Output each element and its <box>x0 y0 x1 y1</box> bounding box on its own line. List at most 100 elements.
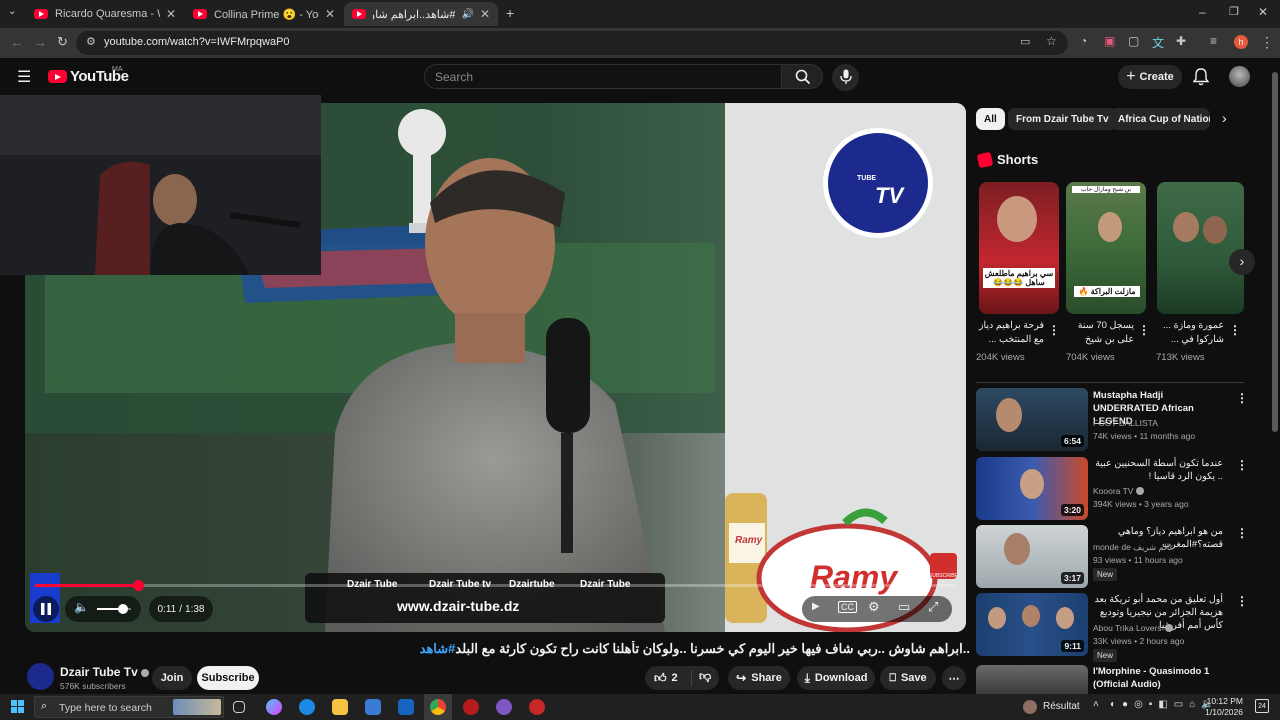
notification-center-icon[interactable]: 24 <box>1255 699 1269 713</box>
short-title[interactable]: فرحة براهيم دياز مع المنتخب ... <box>976 319 1044 347</box>
share-button[interactable]: ↪ Share <box>728 666 790 690</box>
video-thumbnail[interactable]: 3:17 <box>976 525 1088 588</box>
notifications-bell-icon[interactable] <box>1192 68 1210 91</box>
tab-search-icon[interactable]: ⌄ <box>8 6 16 17</box>
hamburger-menu-icon[interactable]: ☰ <box>17 67 31 87</box>
system-tray-icons[interactable]: ◐●◎▪◧▭⌂🔈 <box>1110 699 1220 710</box>
short-title[interactable]: عمورة ومازة ... شاركوا في ... <box>1156 319 1224 347</box>
short-thumbnail[interactable]: بن شيخ ومازال حاب مازلت البراكة 🔥 <box>1066 182 1146 314</box>
tray-overflow-icon[interactable]: ˄ <box>1093 699 1099 710</box>
more-actions-button[interactable]: ⋯ <box>942 666 966 690</box>
download-button[interactable]: ⤓ Download <box>797 666 875 690</box>
short-thumbnail[interactable] <box>1157 182 1244 314</box>
video-title[interactable]: عندما تكون أسطة السحنيين عبية .. يكون ال… <box>1093 457 1223 483</box>
file-explorer-icon[interactable] <box>332 699 348 715</box>
channel-name[interactable]: Abou Trika Lovers <box>1093 623 1173 633</box>
channel-name[interactable]: Dzair Tube Tv <box>60 665 149 679</box>
page-scrollbar[interactable] <box>1270 58 1280 694</box>
discord-icon[interactable] <box>496 699 512 715</box>
save-button[interactable]: ⎕ Save <box>880 666 936 690</box>
incognito-icon[interactable]: ◔ <box>1080 34 1087 48</box>
chips-next-icon[interactable]: › <box>1222 110 1227 126</box>
progress-track[interactable] <box>35 580 956 591</box>
tab-close-icon[interactable]: ✕ <box>166 7 176 21</box>
channel-name[interactable]: FOOT BALLISTA <box>1093 418 1158 428</box>
video-thumbnail[interactable]: 6:54 <box>976 388 1088 451</box>
tab-collina-prime[interactable]: Collina Prime 😮 - YouTube ✕ <box>185 2 343 26</box>
window-close-button[interactable]: ✕ <box>1258 5 1268 19</box>
video-title[interactable]: l'Morphine - Quasimodo 1 (Official Audio… <box>1093 665 1223 693</box>
browser-menu-icon[interactable]: ⋮ <box>1260 34 1274 51</box>
edge-icon[interactable] <box>299 699 315 715</box>
chrome-icon[interactable] <box>430 699 446 715</box>
join-button[interactable]: Join <box>152 666 192 690</box>
reading-list-icon[interactable]: ≡ <box>1210 34 1217 48</box>
taskbar-search-box[interactable]: ⌕ Type here to search <box>34 696 224 718</box>
channel-name[interactable]: monde de عالم شريف <box>1093 542 1174 553</box>
back-icon[interactable]: ← <box>10 34 24 50</box>
volume-icon[interactable]: 🔈 <box>74 600 89 614</box>
new-tab-button[interactable]: + <box>506 5 514 21</box>
app-icon[interactable] <box>529 699 545 715</box>
autoplay-icon[interactable]: ▶ <box>812 601 820 612</box>
volume-track[interactable] <box>97 604 131 614</box>
chip-africa-cup[interactable]: Africa Cup of Nations <box>1110 108 1210 130</box>
voice-search-button[interactable] <box>832 64 859 91</box>
cast-icon[interactable]: ▭ <box>1020 35 1030 48</box>
extension-icon[interactable]: ▣ <box>1104 34 1115 48</box>
like-button[interactable]: 👍︎ 2 <box>654 671 678 686</box>
chip-all[interactable]: All <box>976 108 1005 130</box>
outlook-icon[interactable] <box>398 699 414 715</box>
short-more-icon[interactable] <box>1048 328 1052 332</box>
reload-icon[interactable]: ↻ <box>57 34 68 50</box>
chip-from-channel[interactable]: From Dzair Tube Tv <box>1008 108 1117 130</box>
task-view-icon[interactable] <box>233 701 245 713</box>
profile-avatar[interactable]: h <box>1234 35 1248 49</box>
tab-audio-icon[interactable]: 🔊 <box>461 9 473 20</box>
scrollbar-thumb[interactable] <box>1272 72 1278 432</box>
search-input[interactable]: Search <box>424 64 782 89</box>
short-more-icon[interactable] <box>1138 328 1142 332</box>
address-bar[interactable]: ⚙ youtube.com/watch?v=IWFMrpqwaP0 ▭ ☆ <box>76 31 1068 55</box>
extensions-puzzle-icon[interactable]: ✚ <box>1176 34 1186 48</box>
create-button[interactable]: + Create <box>1118 65 1182 89</box>
copilot-icon[interactable] <box>266 699 282 715</box>
subscribe-button[interactable]: Subscribe <box>197 666 259 690</box>
settings-gear-icon[interactable]: ⚙ <box>868 599 880 615</box>
tab-close-icon[interactable]: ✕ <box>325 7 335 21</box>
extension-icon[interactable]: ▢ <box>1128 34 1139 48</box>
app-icon[interactable] <box>463 699 479 715</box>
store-icon[interactable] <box>365 699 381 715</box>
channel-avatar[interactable] <box>27 663 54 690</box>
tab-current-video[interactable]: #شاهد..ابراهم شاوش ..ربي 🔊 ✕ <box>344 2 498 26</box>
video-thumbnail[interactable] <box>976 665 1088 694</box>
short-more-icon[interactable] <box>1229 328 1233 332</box>
video-more-icon[interactable] <box>1236 396 1240 400</box>
weather-label[interactable]: Résultat <box>1043 701 1080 712</box>
youtube-logo-icon[interactable] <box>48 70 67 83</box>
video-thumbnail[interactable]: 9:11 <box>976 593 1088 656</box>
taskbar-clock[interactable]: 10:12 PM 1/10/2026 <box>1205 696 1243 718</box>
video-hashtag[interactable]: #شاهد <box>420 641 456 656</box>
shorts-next-icon[interactable]: › <box>1229 249 1255 275</box>
translate-icon[interactable]: 文 <box>1152 34 1164 51</box>
fullscreen-icon[interactable]: ⤢ <box>928 599 938 615</box>
thumbs-down-icon[interactable]: 👎︎ <box>699 669 711 684</box>
site-info-icon[interactable]: ⚙ <box>86 35 96 48</box>
captions-icon[interactable]: CC <box>838 601 857 613</box>
weather-icon[interactable] <box>1023 700 1037 714</box>
short-thumbnail[interactable]: سي براهيم ماطلعش ساهل 😂😂😂 <box>979 182 1059 314</box>
window-restore-button[interactable]: ❐ <box>1229 5 1239 18</box>
tab-ricardo-quaresma[interactable]: Ricardo Quaresma - When Foo ✕ <box>26 2 184 26</box>
volume-control[interactable]: 🔈 <box>65 596 141 622</box>
play-pause-button[interactable] <box>33 596 59 622</box>
account-avatar[interactable] <box>1229 66 1250 87</box>
video-thumbnail[interactable]: 3:20 <box>976 457 1088 520</box>
tab-close-icon[interactable]: ✕ <box>480 7 490 21</box>
windows-start-icon[interactable] <box>11 700 24 713</box>
window-minimize-button[interactable]: – <box>1199 5 1206 19</box>
video-more-icon[interactable] <box>1236 463 1240 467</box>
video-more-icon[interactable] <box>1236 599 1240 603</box>
miniplayer-icon[interactable]: ▭ <box>898 599 910 615</box>
short-title[interactable]: يسجل 70 سنة على بن شيخ يملك ... <box>1066 319 1134 347</box>
